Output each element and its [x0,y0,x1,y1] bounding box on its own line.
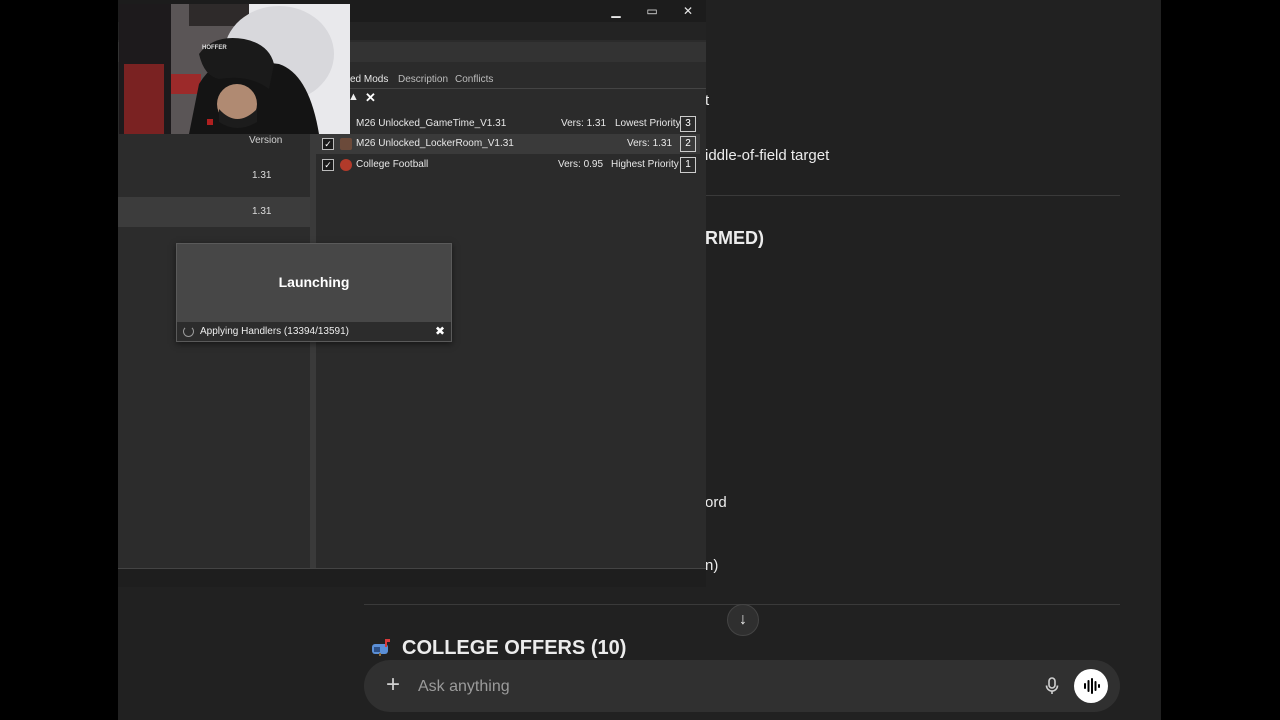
arrow-down-icon: ↓ [739,611,747,628]
launching-dialog: Launching Applying Handlers (13394/13591… [176,243,452,342]
status-text: Applying Handlers (13394/13591) [200,326,349,337]
tab-description[interactable]: Description [398,74,448,85]
list-item[interactable]: 1.31 [118,197,310,227]
available-mods-pane: Version 1.31 1.31 [118,132,310,568]
mod-thumbnail-icon [340,138,352,150]
version-value: 1.31 [252,206,272,217]
waveform-icon [1084,678,1100,694]
spinner-icon [183,326,194,337]
mod-priority-label: Highest Priority [611,159,679,170]
mod-row[interactable]: ✓ M26 Unlocked_LockerRoom_V1.31 Vers: 1.… [316,134,700,154]
launch-status-bar: Applying Handlers (13394/13591) ✖ [177,322,451,341]
divider [346,88,706,89]
webcam-image [119,4,350,134]
microphone-icon[interactable] [1040,674,1064,698]
maximize-icon[interactable]: ▭ [641,2,663,20]
mod-thumbnail-icon [340,159,352,171]
chat-text-fragment: iddle-of-field target [705,147,830,164]
priority-number: 2 [680,136,696,152]
mod-version: Vers: 1.31 [627,138,673,149]
college-offers-heading: COLLEGE OFFERS (10) [370,637,626,660]
dialog-title: Launching [278,274,350,290]
chat-composer: + [364,660,1120,712]
mod-name: M26 Unlocked_GameTime_V1.31 [356,118,507,129]
scroll-down-button[interactable]: ↓ [727,604,759,636]
chat-text-fragment: n) [705,557,719,574]
minimize-icon[interactable]: ▁ [605,2,627,20]
mailbox-icon [370,638,392,656]
cap-logo: HOFFER [202,45,227,51]
mod-version: Vers: 0.95 [558,159,604,170]
chat-text-fragment: ord [705,494,727,511]
version-value: 1.31 [252,170,272,181]
mod-name: M26 Unlocked_LockerRoom_V1.31 [356,138,514,149]
close-icon[interactable]: ✕ [677,2,699,20]
close-icon[interactable]: ✖ [435,324,445,338]
tab-enabled-mods[interactable]: ed Mods [350,74,388,85]
priority-number: 3 [680,116,696,132]
tab-conflicts[interactable]: Conflicts [455,74,493,85]
mod-version: Vers: 1.31 [561,118,607,129]
college-offers-text: COLLEGE OFFERS (10) [402,637,627,659]
checkbox[interactable]: ✓ [322,138,334,150]
plus-icon[interactable]: + [380,672,406,698]
version-column-header[interactable]: Version [249,135,282,146]
status-bar [118,568,706,587]
voice-mode-button[interactable] [1074,669,1108,703]
ask-input[interactable] [416,675,1020,699]
mod-name: College Football [356,159,429,170]
mod-row[interactable]: ✓ College Football Vers: 0.95 Highest Pr… [316,155,700,175]
remove-icon[interactable]: ✕ [365,90,379,105]
webcam-overlay: HOFFER [119,4,350,134]
mod-priority-label: Lowest Priority [615,118,681,129]
priority-number: 1 [680,157,696,173]
chat-heading-fragment: RMED) [705,228,764,248]
checkbox[interactable]: ✓ [322,159,334,171]
mod-row[interactable]: ✓ M26 Unlocked_GameTime_V1.31 Vers: 1.31… [316,114,700,134]
list-item[interactable]: 1.31 [118,160,310,190]
